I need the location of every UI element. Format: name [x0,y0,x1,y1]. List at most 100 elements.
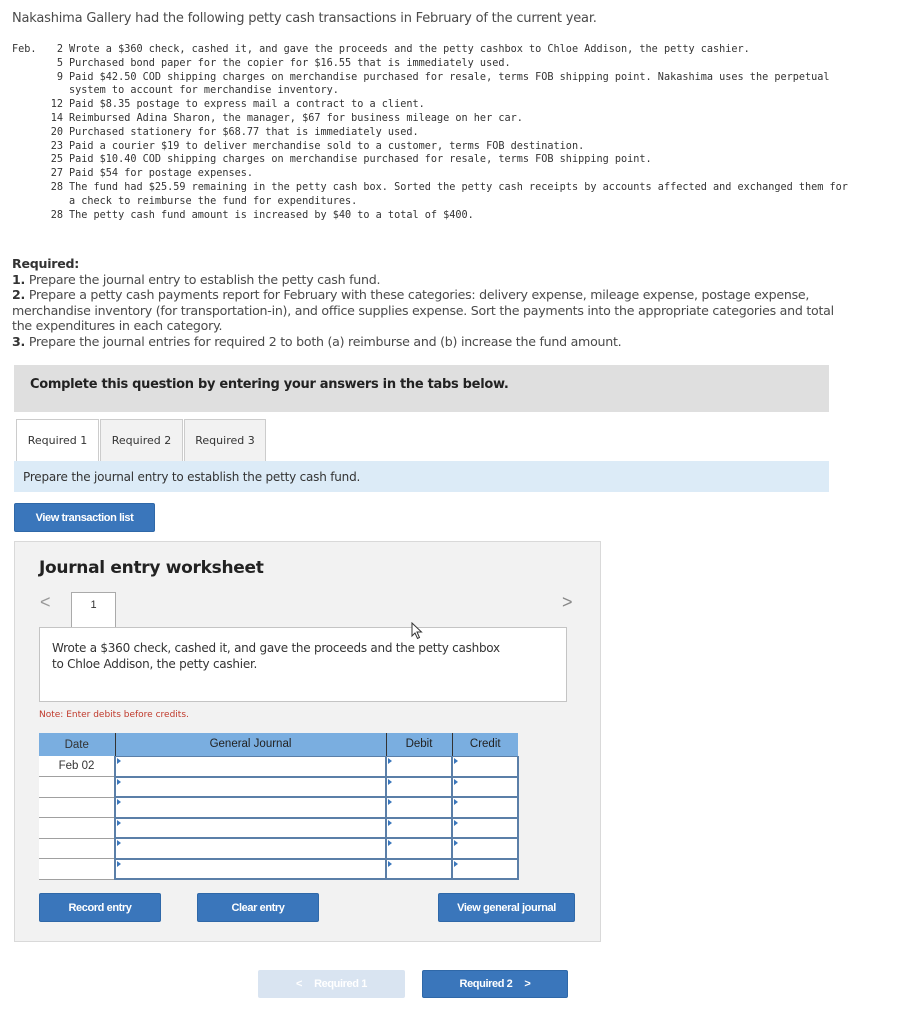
journal-table: Date General Journal Debit Credit Feb 02 [39,733,519,880]
dropdown-flag-icon [454,757,458,764]
month-label: Feb. [12,44,37,55]
account-input[interactable] [116,777,385,797]
account-input-cell [114,858,387,880]
credit-input[interactable] [453,777,517,797]
date-cell [39,817,115,839]
date-cell [39,838,115,859]
debit-input-cell [385,837,453,860]
entry-page-tab[interactable]: 1 [71,592,116,629]
column-header-general-journal: General Journal [115,733,387,756]
transaction-row: 20 Purchased stationery for $68.77 that i… [50,126,419,138]
transaction-row: 25 Paid $10.40 COD shipping charges on me… [50,154,652,166]
date-cell [39,797,115,818]
credit-input-cell [451,755,519,778]
credit-input[interactable] [453,798,517,817]
journal-row [39,776,519,798]
credit-input-cell [451,796,519,819]
chevron-right-icon: > [524,978,531,990]
journal-row [39,817,519,839]
credit-input-cell [451,817,519,839]
column-header-credit: Credit [452,733,518,756]
record-entry-button[interactable]: Record entry [39,893,161,922]
transaction-row: 12 Paid $8.35 postage to express mail a c… [50,99,425,111]
required-tabs: Required 1 Required 2 Required 3 [16,419,267,461]
dropdown-flag-icon [388,799,392,805]
date-cell [39,858,115,880]
debit-input[interactable] [387,839,451,858]
account-input-cell [114,796,387,819]
complete-banner: Complete this question by entering your … [14,365,829,412]
debit-input-cell [385,817,453,839]
tab-required-3[interactable]: Required 3 [184,419,266,461]
transaction-row: 27 Paid $54 for postage expenses. [50,168,254,180]
account-input[interactable] [116,839,385,858]
view-general-journal-button[interactable]: View general journal [438,893,575,922]
dropdown-flag-icon [117,819,121,826]
dropdown-flag-icon [117,757,121,764]
account-input[interactable] [116,756,385,776]
dropdown-flag-icon [388,757,392,764]
dropdown-flag-icon [117,860,121,867]
dropdown-flag-icon [454,860,458,867]
account-input-cell [114,837,387,860]
tab-instruction: Prepare the journal entry to establish t… [14,461,829,492]
credit-input-cell [451,837,519,860]
chevron-right-icon[interactable]: > [562,592,573,613]
transaction-row: Feb. 2 Wrote a $360 check, cashed it, and … [12,44,750,55]
debit-input[interactable] [387,798,451,817]
dropdown-flag-icon [388,840,392,846]
credit-input[interactable] [453,818,517,838]
chevron-left-icon[interactable]: < [40,592,51,613]
dropdown-flag-icon [454,840,458,846]
debit-input-cell [385,796,453,819]
next-required-button[interactable]: Required 2 > [422,970,568,998]
date-cell [39,776,115,798]
tab-required-2[interactable]: Required 2 [100,419,183,461]
dropdown-flag-icon [117,840,121,846]
required-item: 3. Prepare the journal entries for requi… [12,333,622,349]
debit-input[interactable] [387,756,451,776]
account-input[interactable] [116,818,385,838]
required-heading: Required: [12,256,80,271]
chevron-left-icon: < [296,978,303,990]
transaction-row: 14 Reimbursed Adina Sharon, the manager, … [50,112,523,124]
journal-row [39,837,519,860]
clear-entry-button[interactable]: Clear entry [197,893,319,922]
transaction-row: 9 Paid $42.50 COD shipping charges on mer… [56,71,830,97]
credit-input[interactable] [453,859,517,879]
debit-input[interactable] [387,777,451,797]
account-input-cell [114,755,387,778]
dropdown-flag-icon [388,860,392,867]
dropdown-flag-icon [117,778,121,785]
account-input[interactable] [116,859,385,879]
debit-input-cell [385,858,453,880]
debit-input[interactable] [387,859,451,879]
debit-input[interactable] [387,818,451,838]
worksheet-title: Journal entry worksheet [39,558,264,578]
date-cell: Feb 02 [39,756,115,777]
prev-required-button: < Required 1 [258,970,405,998]
required-item: 2. Prepare a petty cash payments report … [12,287,834,333]
tab-required-1[interactable]: Required 1 [16,419,99,461]
journal-row: Feb 02 [39,755,519,778]
transaction-row: 23 Paid a courier $19 to deliver merchand… [50,140,585,152]
required-item: 1. Prepare the journal entry to establis… [12,271,381,287]
view-transaction-list-button[interactable]: View transaction list [14,503,155,532]
credit-input-cell [451,858,519,880]
transaction-row: 28 The fund had $25.59 remaining in the p… [50,181,848,207]
journal-row [39,796,519,819]
journal-row [39,858,519,880]
dropdown-flag-icon [454,819,458,826]
transaction-row: 28 The petty cash fund amount is increase… [50,209,474,221]
account-input-cell [114,776,387,798]
journal-entry-worksheet: Journal entry worksheet < 1 > Wrote a $3… [14,541,601,942]
debit-input-cell [385,755,453,778]
account-input-cell [114,817,387,839]
account-input[interactable] [116,798,385,817]
debits-note: Note: Enter debits before credits. [39,710,189,720]
credit-input[interactable] [453,756,517,776]
required-section: Required: 1. Prepare the journal entry t… [12,256,842,349]
credit-input[interactable] [453,839,517,858]
transaction-description: Wrote a $360 check, cashed it, and gave … [39,627,567,702]
dropdown-flag-icon [454,799,458,805]
